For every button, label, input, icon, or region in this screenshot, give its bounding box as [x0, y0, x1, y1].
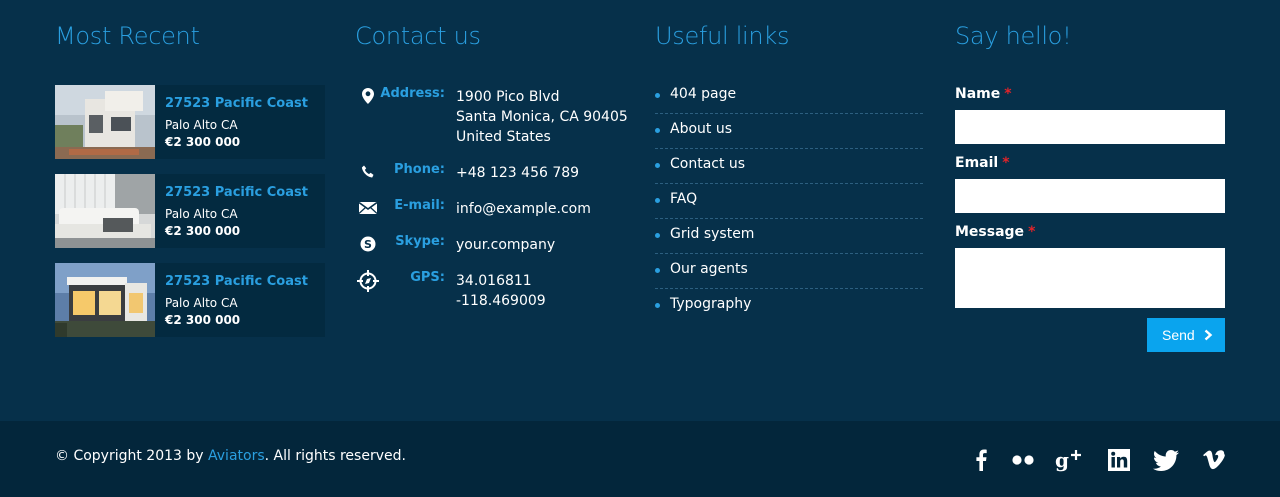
copyright-prefix: © Copyright 2013 by [55, 448, 209, 464]
contact-section: Contact us Address: 1900 Pico Blvd Santa… [355, 20, 635, 309]
gps-latitude: 34.016811 [456, 273, 532, 289]
chevron-right-icon [1204, 329, 1213, 341]
property-location: Palo Alto CA [165, 118, 238, 132]
address-line: United States [456, 129, 551, 145]
message-field-label: Message * [955, 224, 1035, 240]
email-label: E-mail: [394, 198, 445, 213]
property-price: €2 300 000 [165, 224, 241, 238]
skype-icon: S [355, 234, 381, 254]
send-button[interactable]: Send [1147, 318, 1225, 352]
footer-bottom: © Copyright 2013 by Aviators. All rights… [0, 421, 1280, 497]
skype-label: Skype: [395, 234, 445, 249]
property-price: €2 300 000 [165, 313, 241, 327]
email-field[interactable] [955, 179, 1225, 213]
link-item[interactable]: Our agents [655, 254, 923, 289]
link-item[interactable]: Typography [655, 289, 923, 324]
footer-top: Most Recent 27523 Pacific Coast Palo Alt… [0, 0, 1280, 421]
email-value[interactable]: info@example.com [456, 199, 591, 219]
useful-links-title: Useful links [655, 22, 790, 50]
map-marker-icon [355, 86, 381, 106]
link-item[interactable]: Grid system [655, 219, 923, 254]
most-recent-title: Most Recent [55, 22, 200, 50]
property-title[interactable]: 27523 Pacific Coast [165, 274, 308, 289]
bullet-icon [655, 163, 660, 168]
envelope-icon [355, 198, 381, 218]
google-plus-icon[interactable]: g [1055, 448, 1085, 472]
property-thumbnail[interactable] [55, 85, 155, 159]
skype-value[interactable]: your.company [456, 235, 555, 255]
link-label[interactable]: FAQ [670, 191, 697, 207]
contact-form-title: Say hello! [955, 22, 1072, 50]
vimeo-icon[interactable] [1203, 448, 1225, 472]
phone-value[interactable]: +48 123 456 789 [456, 163, 579, 183]
property-thumbnail[interactable] [55, 174, 155, 248]
property-thumbnail[interactable] [55, 263, 155, 337]
property-location: Palo Alto CA [165, 207, 238, 221]
social-links: g [975, 448, 1225, 472]
link-item[interactable]: About us [655, 114, 923, 149]
copyright: © Copyright 2013 by Aviators. All rights… [55, 448, 406, 464]
link-label[interactable]: Typography [670, 296, 751, 312]
required-mark: * [1028, 224, 1036, 240]
address-value: 1900 Pico Blvd Santa Monica, CA 90405 Un… [456, 87, 628, 147]
bullet-icon [655, 198, 660, 203]
link-label[interactable]: Our agents [670, 261, 748, 277]
email-field-label: Email * [955, 155, 1010, 171]
bullet-icon [655, 93, 660, 98]
contact-form-section: Say hello! Name * Email * Message * Send [955, 20, 1225, 352]
link-item[interactable]: FAQ [655, 184, 923, 219]
address-label: Address: [380, 86, 445, 101]
svg-text:g: g [1055, 448, 1069, 472]
twitter-icon[interactable] [1153, 448, 1179, 472]
gps-label: GPS: [410, 270, 445, 285]
link-item[interactable]: 404 page [655, 79, 923, 114]
contact-title: Contact us [355, 22, 481, 50]
name-label-text: Name [955, 86, 1001, 102]
property-card[interactable]: 27523 Pacific Coast Palo Alto CA €2 300 … [55, 263, 325, 337]
bullet-icon [655, 303, 660, 308]
property-location: Palo Alto CA [165, 296, 238, 310]
message-label-text: Message [955, 224, 1025, 240]
flickr-icon[interactable] [1011, 448, 1035, 472]
most-recent-section: Most Recent 27523 Pacific Coast Palo Alt… [55, 20, 325, 337]
link-label[interactable]: Grid system [670, 226, 754, 242]
link-label[interactable]: 404 page [670, 86, 736, 102]
useful-links-section: Useful links 404 page About us Contact u… [655, 20, 923, 312]
gps-value: 34.016811 -118.469009 [456, 271, 546, 311]
bullet-icon [655, 233, 660, 238]
property-title[interactable]: 27523 Pacific Coast [165, 185, 308, 200]
required-mark: * [1002, 155, 1010, 171]
name-field-label: Name * [955, 86, 1012, 102]
email-label-text: Email [955, 155, 999, 171]
crosshair-icon [355, 270, 381, 292]
bullet-icon [655, 128, 660, 133]
message-field[interactable] [955, 248, 1225, 308]
property-card[interactable]: 27523 Pacific Coast Palo Alto CA €2 300 … [55, 85, 325, 159]
svg-text:S: S [364, 238, 372, 251]
bullet-icon [655, 268, 660, 273]
send-label: Send [1162, 327, 1195, 343]
property-card[interactable]: 27523 Pacific Coast Palo Alto CA €2 300 … [55, 174, 325, 248]
facebook-icon[interactable] [975, 448, 987, 472]
property-price: €2 300 000 [165, 135, 241, 149]
address-line: 1900 Pico Blvd [456, 89, 560, 105]
link-item[interactable]: Contact us [655, 149, 923, 184]
phone-label: Phone: [394, 162, 445, 177]
required-mark: * [1004, 86, 1012, 102]
address-line: Santa Monica, CA 90405 [456, 109, 628, 125]
gps-longitude: -118.469009 [456, 293, 546, 309]
aviators-link[interactable]: Aviators [208, 448, 265, 464]
copyright-suffix: . All rights reserved. [264, 448, 406, 464]
link-label[interactable]: Contact us [670, 156, 745, 172]
linkedin-icon[interactable] [1108, 448, 1130, 472]
phone-icon [355, 162, 381, 182]
link-label[interactable]: About us [670, 121, 732, 137]
name-field[interactable] [955, 110, 1225, 144]
property-title[interactable]: 27523 Pacific Coast [165, 96, 308, 111]
